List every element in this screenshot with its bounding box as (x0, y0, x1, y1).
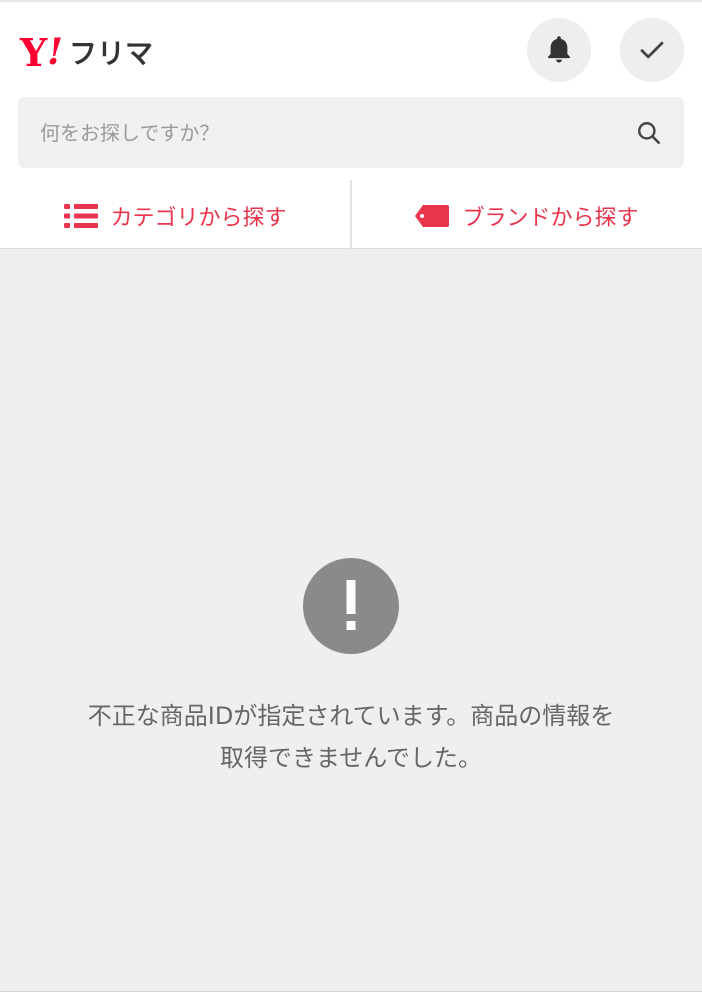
check-button[interactable] (620, 18, 684, 82)
tag-icon (415, 204, 450, 227)
browse-by-brand-label: ブランドから探す (462, 205, 639, 231)
error-message-line-1: 不正な商品IDが指定されています。商品の情報を (87, 702, 615, 730)
list-icon (64, 203, 99, 228)
notifications-button[interactable] (527, 18, 591, 82)
browse-by-category-label: カテゴリから探す (110, 205, 287, 231)
bell-icon (548, 36, 570, 63)
error-message-line-2: 取得できませんでした。 (219, 744, 483, 772)
browse-by-brand-button[interactable]: ブランドから探す (351, 180, 702, 251)
error-message: 不正な商品IDが指定されています。商品の情報を 取得できませんでした。 (0, 695, 702, 779)
alert-icon (303, 558, 399, 654)
search-bar (18, 97, 684, 168)
app-root: Y ! フリマ 何をお探しですか？ カテゴリから探す ブランドから探す 不正な商… (0, 0, 702, 999)
main-content: 不正な商品IDが指定されています。商品の情報を 取得できませんでした。 (0, 250, 702, 992)
search-icon[interactable] (636, 120, 662, 146)
yahoo-flea-market-logo[interactable]: Y ! フリマ (20, 29, 153, 75)
nav-divider (350, 180, 352, 251)
header: Y ! フリマ 何をお探しですか？ カテゴリから探す ブランドから探す (0, 0, 702, 251)
logo-text: フリマ (68, 37, 153, 70)
logo-exclaim: ! (47, 31, 63, 73)
browse-nav: カテゴリから探す ブランドから探す (0, 180, 702, 251)
logo-y: Y (20, 29, 47, 75)
browse-by-category-button[interactable]: カテゴリから探す (0, 180, 351, 251)
bottom-border (0, 991, 702, 999)
search-input[interactable] (18, 97, 618, 168)
check-icon (640, 41, 664, 59)
